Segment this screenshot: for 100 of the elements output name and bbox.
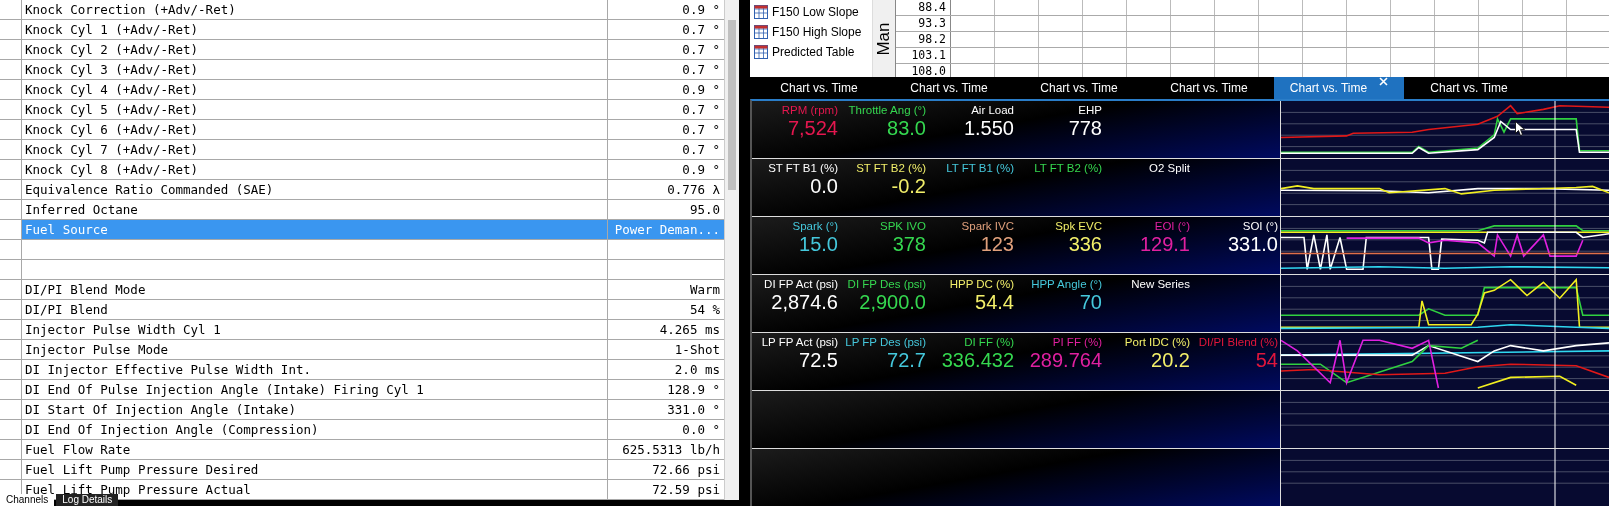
table-row[interactable]: DI/PI Blend Mode Warm: [0, 280, 724, 300]
channel-value: 0.7 °: [681, 21, 721, 39]
gauge-value: 129.1: [1139, 232, 1190, 256]
gauge-label: LP FP Act (psi): [761, 336, 838, 348]
channel-value: 95.0: [688, 201, 721, 219]
gauge-label: RPM (rpm): [781, 104, 838, 116]
channel-value: 72.66 psi: [651, 461, 721, 479]
gauge-label: O2 Split: [1149, 162, 1190, 174]
gauge-label: Spark IVC: [961, 220, 1014, 232]
table-name: Predicted Table: [772, 45, 855, 59]
chart-tab[interactable]: Chart vs. Time: [754, 77, 884, 99]
table-row[interactable]: Knock Cyl 2 (+Adv/-Ret) 0.7 °: [0, 40, 724, 60]
channel-name: Injector Pulse Mode: [22, 340, 608, 359]
gauge-value: 72.7: [887, 348, 926, 372]
table-list-item[interactable]: F150 Low Slope: [754, 2, 872, 22]
chart-tab[interactable]: Chart vs. Time: [1404, 77, 1534, 99]
channel-value: 0.0 °: [681, 421, 721, 439]
channel-name: Knock Cyl 7 (+Adv/-Ret): [22, 140, 608, 159]
gauge-label: DI/PI Blend (%): [1198, 336, 1278, 348]
table-icon: [754, 5, 768, 19]
table-row[interactable]: Knock Correction (+Adv/-Ret) 0.9 °: [0, 0, 724, 20]
table-icon: [754, 25, 768, 39]
table-row[interactable]: Knock Cyl 1 (+Adv/-Ret) 0.7 °: [0, 20, 724, 40]
table-row[interactable]: DI Start Of Injection Angle (Intake) 331.0 °: [0, 400, 724, 420]
channel-value: 0.7 °: [681, 41, 721, 59]
gauge-value: 1.550: [963, 116, 1014, 140]
gauge-label: DI FP Des (psi): [847, 278, 926, 290]
channel-value: 0.7 °: [681, 101, 721, 119]
channel-name: DI/PI Blend Mode: [22, 280, 608, 299]
chart-tab[interactable]: Chart vs. Time: [1144, 77, 1274, 99]
gauge-value: 123: [980, 232, 1014, 256]
channel-name: Fuel Source: [22, 220, 608, 239]
gauge-value: 54: [1255, 348, 1278, 372]
gauge-label: Port IDC (%): [1124, 336, 1190, 348]
gauge-value: 331.0: [1227, 232, 1278, 256]
table-row[interactable]: Injector Pulse Mode 1-Shot: [0, 340, 724, 360]
panel-tab[interactable]: Channels: [0, 494, 55, 506]
chart-tab[interactable]: Chart vs. Time: [1014, 77, 1144, 99]
channel-name: DI End Of Pulse Injection Angle (Intake) Firing Cyl 1: [22, 380, 608, 399]
table-name: F150 Low Slope: [772, 5, 859, 19]
pointer-icon: [1515, 121, 1525, 136]
gauge-value: 70: [1079, 290, 1102, 314]
channel-name: DI Injector Effective Pulse Width Int.: [22, 360, 608, 379]
table-row[interactable]: Knock Cyl 6 (+Adv/-Ret) 0.7 °: [0, 120, 724, 140]
channel-name: DI End Of Injection Angle (Compression): [22, 420, 608, 439]
gauge-value: -0.2: [891, 174, 926, 198]
gauge-label: ST FT B2 (%): [856, 162, 926, 174]
table-row[interactable]: DI End Of Pulse Injection Angle (Intake) Firing Cyl 1 128.9 °: [0, 380, 724, 400]
table-row[interactable]: Knock Cyl 3 (+Adv/-Ret) 0.7 °: [0, 60, 724, 80]
channel-name: Knock Cyl 5 (+Adv/-Ret): [22, 100, 608, 119]
gauge-label: Spark (°): [792, 220, 838, 232]
channel-value: 54 %: [688, 301, 721, 319]
gauge-label: SOI (°): [1242, 220, 1278, 232]
table-row[interactable]: Injector Pulse Width Cyl 1 4.265 ms: [0, 320, 724, 340]
channel-value: 0.9 °: [681, 161, 721, 179]
panel-tab[interactable]: Log Details: [56, 494, 119, 506]
gauge-value: 20.2: [1151, 348, 1190, 372]
gauge-value: 0.0: [810, 174, 838, 198]
channel-value: 128.9 °: [666, 381, 721, 399]
channel-value: Power Deman...: [613, 221, 721, 239]
gauge-value: 15.0: [799, 232, 838, 256]
chart-tab[interactable]: Chart vs. Time: [1274, 77, 1404, 99]
scrollbar[interactable]: [724, 0, 739, 500]
channel-value: 331.0 °: [666, 401, 721, 419]
table-row[interactable]: Equivalence Ratio Commanded (SAE) 0.776 λ: [0, 180, 724, 200]
gauge-value: 72.5: [799, 348, 838, 372]
channel-value: 2.0 ms: [673, 361, 721, 379]
table-row[interactable]: Knock Cyl 4 (+Adv/-Ret) 0.9 °: [0, 80, 724, 100]
table-row[interactable]: Fuel Lift Pump Pressure Desired 72.66 psi: [0, 460, 724, 480]
gauge-label: LT FT B1 (%): [946, 162, 1014, 174]
table-row[interactable]: Fuel Flow Rate 625.5313 lb/h: [0, 440, 724, 460]
table-list-item[interactable]: F150 High Slope: [754, 22, 872, 42]
channel-name: Fuel Lift Pump Pressure Desired: [22, 460, 608, 479]
table-row[interactable]: DI Injector Effective Pulse Width Int. 2.0 ms: [0, 360, 724, 380]
gauge-value: 289.764: [1029, 348, 1102, 372]
channel-value: 72.59 psi: [651, 481, 721, 499]
table-row[interactable]: DI End Of Injection Angle (Compression) 0.0 °: [0, 420, 724, 440]
gauge-label: DI FF (%): [964, 336, 1014, 348]
gauge-label: LT FT B2 (%): [1034, 162, 1102, 174]
gauge-label: EHP: [1078, 104, 1102, 116]
table-row[interactable]: Knock Cyl 5 (+Adv/-Ret) 0.7 °: [0, 100, 724, 120]
gauge-label: DI FP Act (psi): [764, 278, 838, 290]
table-row[interactable]: Knock Cyl 7 (+Adv/-Ret) 0.7 °: [0, 140, 724, 160]
gauge-label: LP FP Des (psi): [845, 336, 926, 348]
table-name: F150 High Slope: [772, 25, 862, 39]
channel-value: 0.7 °: [681, 121, 721, 139]
chart-tab[interactable]: Chart vs. Time: [884, 77, 1014, 99]
channel-value: 0.7 °: [681, 141, 721, 159]
axis-label: Man: [874, 21, 894, 56]
gauge-label: New Series: [1131, 278, 1190, 290]
table-icon: [754, 45, 768, 59]
table-list-item[interactable]: Predicted Table: [754, 42, 872, 62]
channel-name: Inferred Octane: [22, 200, 608, 219]
table-row[interactable]: DI/PI Blend 54 %: [0, 300, 724, 320]
channel-value: 625.5313 lb/h: [621, 441, 721, 459]
channel-name: Knock Cyl 1 (+Adv/-Ret): [22, 20, 608, 39]
table-row[interactable]: Knock Cyl 8 (+Adv/-Ret) 0.9 °: [0, 160, 724, 180]
channel-value: Warm: [688, 281, 721, 299]
close-icon[interactable]: [1379, 77, 1389, 86]
channel-value: 0.7 °: [681, 61, 721, 79]
